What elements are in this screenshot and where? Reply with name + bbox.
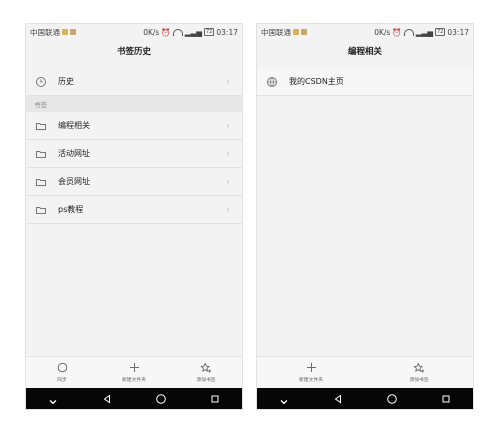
- carrier-label: 中国联通: [30, 27, 60, 37]
- sync-button[interactable]: 同步: [32, 361, 92, 383]
- nav-down-button[interactable]: ⌄: [272, 389, 296, 408]
- globe-icon: [265, 75, 279, 89]
- battery-icon: 72: [204, 28, 215, 36]
- folder-row[interactable]: 编程相关 ›: [26, 112, 242, 140]
- folder-icon: [34, 147, 48, 161]
- alarm-icon: ⏰: [161, 27, 171, 37]
- sync-label: 同步: [57, 378, 67, 383]
- notification-icon: [293, 29, 299, 35]
- nav-back-button[interactable]: [326, 391, 350, 407]
- folder-icon: [34, 203, 48, 217]
- folder-row[interactable]: 会员网址 ›: [26, 168, 242, 196]
- folder-row[interactable]: ps教程 ›: [26, 196, 242, 224]
- bookmark-row[interactable]: 我的CSDN主页: [257, 68, 473, 96]
- alarm-icon: ⏰: [392, 27, 402, 37]
- circle-home-icon: [156, 393, 166, 404]
- page-title: 书签历史: [116, 47, 151, 57]
- network-speed: 0K/s: [143, 27, 160, 37]
- folder-label: 编程相关: [58, 121, 90, 130]
- notification-icon: [62, 29, 68, 35]
- add-bookmark-button[interactable]: 添加书签: [176, 361, 236, 383]
- bottom-toolbar: 同步 新建文件夹 添加书签: [26, 356, 242, 387]
- circle-icon: [32, 361, 92, 374]
- status-time: 03:17: [447, 27, 469, 37]
- status-time: 03:17: [216, 27, 238, 37]
- new-folder-label: 新建文件夹: [122, 378, 146, 383]
- plus-icon: [281, 361, 341, 374]
- nav-recent-button[interactable]: [434, 391, 458, 407]
- chevron-right-icon: ›: [226, 149, 230, 158]
- status-bar: 中国联通 0K/s ⏰ ▂▃▅ 72 03:17: [257, 24, 473, 40]
- chevron-down-icon: ⌄: [46, 389, 60, 408]
- folder-icon: [34, 175, 48, 189]
- folder-label: 活动网址: [58, 149, 90, 158]
- network-speed: 0K/s: [374, 27, 391, 37]
- bottom-toolbar: 新建文件夹 添加书签: [257, 356, 473, 387]
- bookmark-label: 我的CSDN主页: [289, 77, 344, 86]
- chevron-right-icon: ›: [226, 77, 230, 86]
- new-folder-label: 新建文件夹: [299, 378, 323, 383]
- new-folder-button[interactable]: 新建文件夹: [104, 361, 164, 383]
- add-bookmark-button[interactable]: 添加书签: [389, 361, 449, 383]
- signal-icon: ▂▃▅: [415, 27, 433, 37]
- chevron-right-icon: ›: [226, 205, 230, 214]
- notification-icon: [301, 29, 307, 35]
- system-nav-bar: ⌄: [26, 388, 242, 409]
- add-bookmark-label: 添加书签: [409, 378, 429, 383]
- clock-icon: [34, 75, 48, 89]
- chevron-down-icon: ⌄: [277, 389, 291, 408]
- chevron-right-icon: ›: [226, 177, 230, 186]
- history-label: 历史: [58, 77, 74, 86]
- circle-home-icon: [387, 393, 397, 404]
- add-bookmark-label: 添加书签: [196, 378, 216, 383]
- folder-row[interactable]: 活动网址 ›: [26, 140, 242, 168]
- nav-back-button[interactable]: [95, 391, 119, 407]
- folder-label: ps教程: [58, 205, 84, 214]
- page-title: 编程相关: [347, 47, 382, 57]
- status-bar: 中国联通 0K/s ⏰ ▂▃▅ 72 03:17: [26, 24, 242, 40]
- star-add-icon: [389, 361, 449, 374]
- wifi-icon: [403, 28, 414, 36]
- phone-left: 中国联通 0K/s ⏰ ▂▃▅ 72 03:17 书签历史 历史 › 书签 编程…: [26, 24, 242, 409]
- square-recent-icon: [442, 395, 450, 402]
- plus-icon: [104, 361, 164, 374]
- signal-icon: ▂▃▅: [184, 27, 202, 37]
- bookmark-section-label: 书签: [26, 96, 242, 112]
- nav-down-button[interactable]: ⌄: [41, 389, 65, 408]
- triangle-back-icon: [334, 394, 341, 403]
- notification-icon: [70, 29, 76, 35]
- bookmark-list: 我的CSDN主页: [257, 68, 473, 96]
- triangle-back-icon: [103, 394, 110, 403]
- new-folder-button[interactable]: 新建文件夹: [281, 361, 341, 383]
- square-recent-icon: [211, 395, 219, 402]
- battery-icon: 72: [435, 28, 446, 36]
- history-row[interactable]: 历史 ›: [26, 68, 242, 96]
- nav-home-button[interactable]: [380, 391, 404, 407]
- nav-recent-button[interactable]: [203, 391, 227, 407]
- folder-icon: [34, 119, 48, 133]
- star-add-icon: [176, 361, 236, 374]
- folder-label: 会员网址: [58, 177, 90, 186]
- bookmark-list: 历史 › 书签 编程相关 › 活动网址 › 会员网址 › ps教程 ›: [26, 68, 242, 224]
- nav-home-button[interactable]: [149, 391, 173, 407]
- carrier-label: 中国联通: [261, 27, 291, 37]
- wifi-icon: [172, 28, 183, 36]
- chevron-right-icon: ›: [226, 121, 230, 130]
- phone-right: 中国联通 0K/s ⏰ ▂▃▅ 72 03:17 编程相关 我的CSDN主页 新…: [257, 24, 473, 409]
- system-nav-bar: ⌄: [257, 388, 473, 409]
